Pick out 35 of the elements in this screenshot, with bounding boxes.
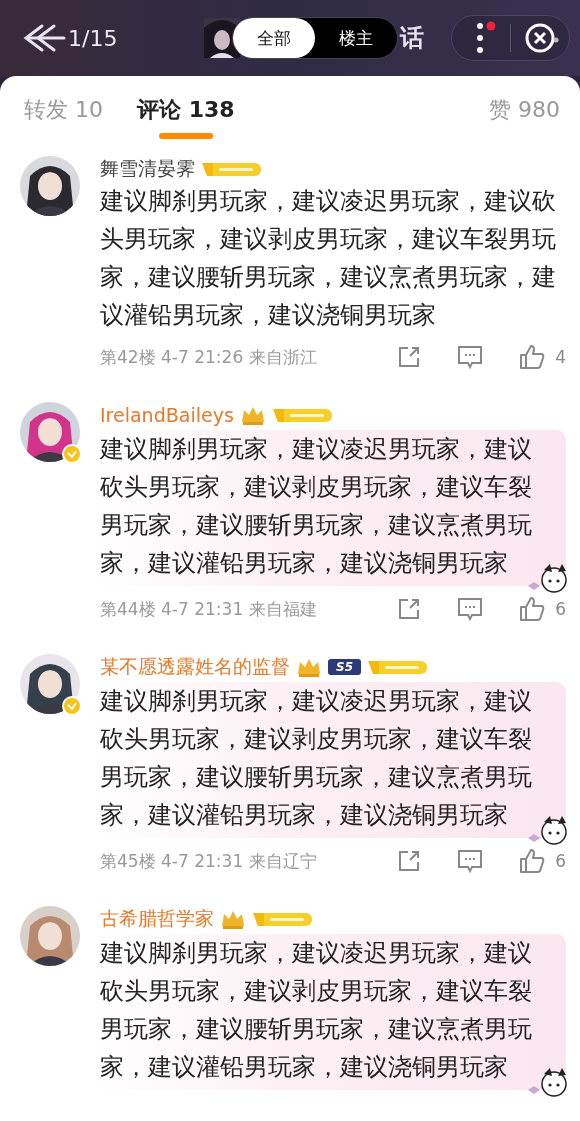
- thumbs-up-icon[interactable]: [519, 596, 546, 622]
- comment-text: 建议脚刹男玩家，建议凌迟男玩家，建议砍头男玩家，建议剥皮男玩家，建议车裂男玩家，建议腰斩男玩家，建议烹煮男玩家，建议灌铅男玩家，建议浇铜男玩家: [100, 434, 533, 579]
- fan-badge-icon: [252, 911, 312, 927]
- thumbs-up-icon[interactable]: [519, 344, 546, 370]
- like-count: 6: [555, 599, 566, 619]
- comment-meta: 第44楼 4-7 21:31 来自福建: [100, 597, 317, 621]
- filter-option[interactable]: 全部: [233, 18, 316, 58]
- close-icon[interactable]: [525, 21, 559, 55]
- comment-icon[interactable]: [457, 345, 484, 369]
- sticker-icon: [526, 562, 570, 596]
- page-counter: 1/15: [68, 25, 118, 51]
- share-icon[interactable]: [397, 345, 422, 369]
- comment-text: 建议脚刹男玩家，建议凌迟男玩家，建议砍头男玩家，建议剥皮男玩家，建议车裂男玩家，建议腰斩男玩家，建议烹煮男玩家，建议灌铅男玩家，建议浇铜男玩家: [100, 686, 533, 831]
- comment-text: 建议脚刹男玩家，建议凌迟男玩家，建议砍头男玩家，建议剥皮男玩家，建议车裂男玩家，建议腰斩男玩家，建议烹煮男玩家，建议灌铅男玩家，建议浇铜男玩家: [100, 938, 533, 1083]
- comment-icon[interactable]: [457, 849, 484, 873]
- comment-meta: 第42楼 4-7 21:26 来自浙江: [100, 345, 317, 369]
- comment-meta: 第45楼 4-7 21:31 来自辽宁: [100, 849, 317, 873]
- page-title: 话: [400, 23, 425, 54]
- fan-badge-icon: [271, 407, 332, 423]
- like-count: 6: [555, 851, 566, 871]
- fan-badge-icon: [367, 659, 427, 675]
- tab[interactable]: 评论 138: [137, 91, 235, 139]
- username[interactable]: 舞雪清晏霁: [100, 156, 195, 182]
- thumbs-up-icon[interactable]: [519, 848, 546, 874]
- like-count: 4: [555, 347, 566, 367]
- level-badge: S5: [328, 659, 361, 675]
- filter-option[interactable]: 楼主: [315, 18, 398, 58]
- fan-badge-icon: [201, 161, 261, 177]
- comment-text: 建议脚刹男玩家，建议凌迟男玩家，建议砍头男玩家，建议剥皮男玩家，建议车裂男玩家，建议腰斩男玩家，建议烹煮男玩家，建议灌铅男玩家，建议浇铜男玩家: [100, 186, 557, 331]
- filter-toggle[interactable]: 全部 楼主: [232, 17, 399, 59]
- share-icon[interactable]: [397, 849, 422, 873]
- sticker-icon: [526, 814, 570, 848]
- comment-icon[interactable]: [457, 597, 484, 621]
- share-icon[interactable]: [397, 597, 422, 621]
- sticker-icon: [526, 1066, 570, 1100]
